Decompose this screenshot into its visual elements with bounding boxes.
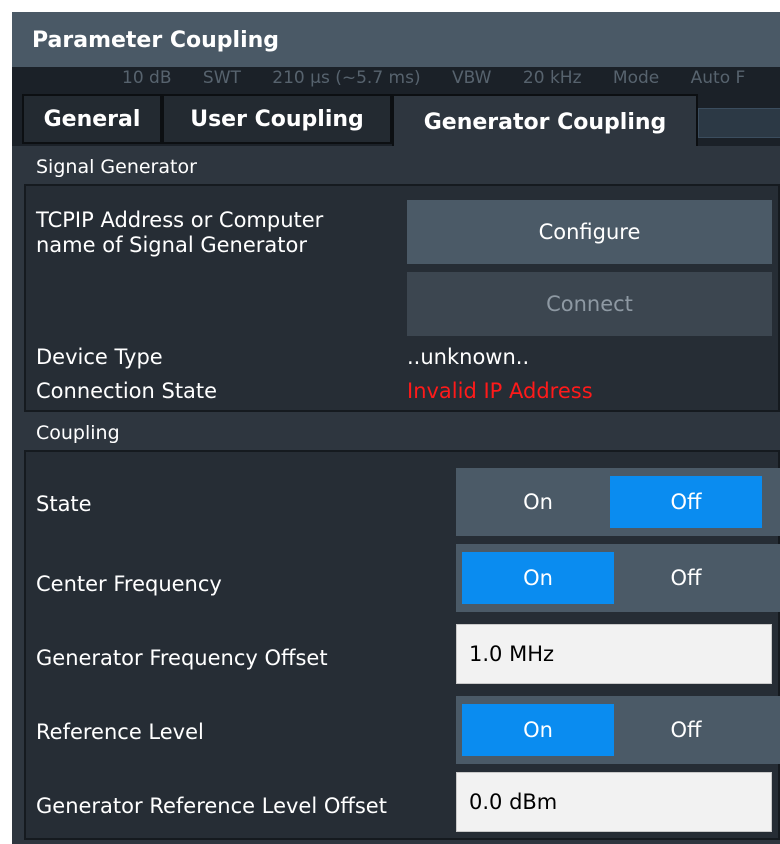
reference-level-off-option[interactable]: Off xyxy=(610,704,762,756)
dialog-title-bar[interactable]: Parameter Coupling xyxy=(12,12,780,67)
device-type-label: Device Type xyxy=(36,345,163,369)
background-item: VBW xyxy=(452,68,492,88)
parameter-coupling-dialog: Parameter Coupling 10 dB SWT 210 µs (~5.… xyxy=(12,12,780,844)
address-label-line1: TCPIP Address or Computer xyxy=(36,208,324,232)
state-on-option[interactable]: On xyxy=(462,476,614,528)
dialog-title: Parameter Coupling xyxy=(32,28,280,53)
background-item: 20 kHz xyxy=(522,68,582,88)
level-offset-label: Generator Reference Level Offset xyxy=(36,794,387,818)
configure-button[interactable]: Configure xyxy=(407,200,772,264)
tab-generator-coupling[interactable]: Generator Coupling xyxy=(392,94,698,148)
signal-generator-section-title: Signal Generator xyxy=(36,156,197,178)
frequency-offset-label: Generator Frequency Offset xyxy=(36,646,328,670)
generator-coupling-panel: Signal Generator TCPIP Address or Comput… xyxy=(12,146,780,844)
coupling-section-title: Coupling xyxy=(36,422,120,444)
state-toggle: On Off xyxy=(456,468,780,536)
background-item: Mode xyxy=(612,68,660,88)
level-offset-field[interactable]: 0.0 dBm xyxy=(456,772,772,832)
center-frequency-label: Center Frequency xyxy=(36,572,222,596)
reference-level-label: Reference Level xyxy=(36,720,204,744)
tab-strip-filler xyxy=(698,108,780,138)
device-type-value: ..unknown.. xyxy=(407,345,530,369)
coupling-group: State On Off Center Frequency On Off Gen… xyxy=(24,450,780,840)
state-label: State xyxy=(36,492,92,516)
reference-level-toggle: On Off xyxy=(456,696,780,764)
frequency-offset-field[interactable]: 1.0 MHz xyxy=(456,624,772,684)
background-item: Auto F xyxy=(690,68,746,88)
state-off-option[interactable]: Off xyxy=(610,476,762,528)
tab-user-coupling[interactable]: User Coupling xyxy=(162,94,392,144)
address-label-line2: name of Signal Generator xyxy=(36,233,307,257)
background-item: 210 µs (~5.7 ms) xyxy=(272,68,421,88)
connection-state-label: Connection State xyxy=(36,379,218,403)
center-frequency-toggle: On Off xyxy=(456,544,780,612)
connect-button[interactable]: Connect xyxy=(407,272,772,336)
tab-general[interactable]: General xyxy=(22,94,162,144)
signal-generator-group: TCPIP Address or Computer name of Signal… xyxy=(24,184,780,412)
background-item: 10 dB xyxy=(122,68,172,88)
center-frequency-off-option[interactable]: Off xyxy=(610,552,762,604)
reference-level-on-option[interactable]: On xyxy=(462,704,614,756)
tab-bar: General User Coupling Generator Coupling xyxy=(12,94,780,148)
center-frequency-on-option[interactable]: On xyxy=(462,552,614,604)
connection-state-value: Invalid IP Address xyxy=(407,379,593,403)
background-item: SWT xyxy=(202,68,241,88)
